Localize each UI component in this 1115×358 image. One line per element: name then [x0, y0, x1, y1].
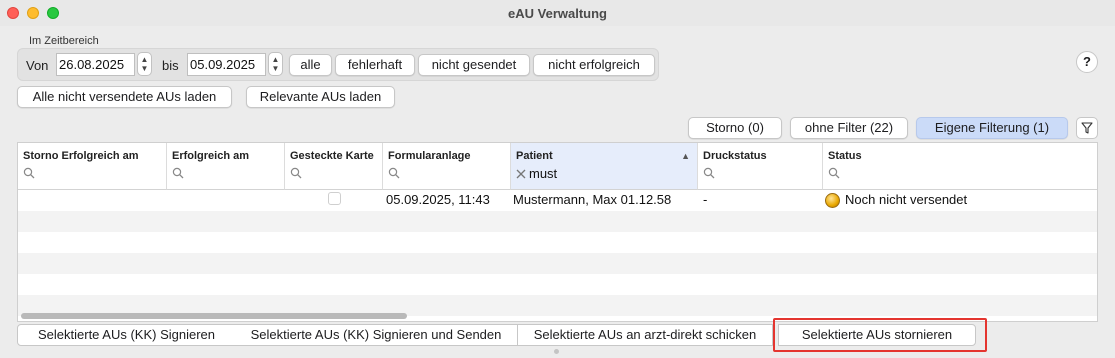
column-header-storno[interactable]: Storno Erfolgreich am: [18, 143, 167, 190]
empty-row: [18, 211, 1097, 232]
patient-filter-input[interactable]: must: [529, 166, 557, 181]
sign-button[interactable]: Selektierte AUs (KK) Signieren: [17, 324, 236, 346]
chevron-down-icon: ▼: [271, 64, 280, 73]
cell-status: Noch nicht versendet: [845, 192, 968, 207]
search-icon: [703, 167, 715, 179]
chevron-down-icon: ▼: [140, 64, 149, 73]
sort-ascending-icon[interactable]: ▲: [681, 151, 690, 161]
resize-handle[interactable]: [554, 349, 559, 354]
search-icon: [172, 167, 184, 179]
empty-row: [18, 253, 1097, 274]
funnel-icon: [1081, 122, 1093, 134]
title-bar: eAU Verwaltung: [0, 0, 1115, 26]
column-header-erfolgreich[interactable]: Erfolgreich am: [167, 143, 285, 190]
empty-row: [18, 232, 1097, 253]
chevron-up-icon: ▲: [271, 55, 280, 64]
clear-filter-icon[interactable]: [516, 169, 526, 179]
sign-and-send-button[interactable]: Selektierte AUs (KK) Signieren und Sende…: [235, 324, 518, 346]
to-label: bis: [162, 58, 179, 73]
filter-own-button[interactable]: Eigene Filterung (1): [916, 117, 1068, 139]
table-row[interactable]: 05.09.2025, 11:43 Mustermann, Max 01.12.…: [18, 190, 1097, 211]
filter-storno-button[interactable]: Storno (0): [688, 117, 782, 139]
window-title: eAU Verwaltung: [508, 6, 607, 21]
to-date-stepper[interactable]: ▲ ▼: [268, 52, 283, 76]
column-title: Formularanlage: [388, 150, 471, 162]
send-arzt-direkt-button[interactable]: Selektierte AUs an arzt-direkt schicken: [517, 324, 773, 346]
status-pending-icon: [825, 193, 840, 208]
search-icon: [828, 167, 840, 179]
cell-formularanlage: 05.09.2025, 11:43: [386, 192, 490, 207]
storno-highlight-frame: [773, 318, 987, 352]
chevron-up-icon: ▲: [140, 55, 149, 64]
eau-table[interactable]: Storno Erfolgreich am Erfolgreich am Ges…: [17, 142, 1098, 322]
search-icon: [290, 167, 302, 179]
from-date-stepper[interactable]: ▲ ▼: [137, 52, 152, 76]
quick-filter-fehlerhaft-button[interactable]: fehlerhaft: [335, 54, 415, 76]
search-icon: [23, 167, 35, 179]
filter-none-button[interactable]: ohne Filter (22): [790, 117, 908, 139]
load-relevant-button[interactable]: Relevante AUs laden: [246, 86, 395, 108]
column-title: Erfolgreich am: [172, 150, 250, 162]
from-date-field[interactable]: 26.08.2025: [56, 53, 135, 76]
column-title: Druckstatus: [703, 150, 767, 162]
search-icon: [388, 167, 400, 179]
column-title: Storno Erfolgreich am: [23, 150, 139, 162]
empty-row: [18, 274, 1097, 295]
timerange-group-label: Im Zeitbereich: [29, 35, 99, 47]
gesteckte-karte-checkbox[interactable]: [328, 192, 341, 205]
horizontal-scrollbar[interactable]: [21, 313, 407, 319]
load-all-unsent-button[interactable]: Alle nicht versendete AUs laden: [17, 86, 232, 108]
column-header-formularanlage[interactable]: Formularanlage: [383, 143, 511, 190]
to-date-field[interactable]: 05.09.2025: [187, 53, 266, 76]
column-header-status[interactable]: Status: [823, 143, 1097, 190]
column-header-patient[interactable]: Patient ▲ must: [511, 143, 698, 190]
quick-filter-nicht-gesendet-button[interactable]: nicht gesendet: [418, 54, 530, 76]
column-title: Gesteckte Karte: [290, 150, 374, 162]
timerange-group: Von 26.08.2025 ▲ ▼ bis 05.09.2025 ▲ ▼ al…: [17, 48, 659, 81]
column-header-druckstatus[interactable]: Druckstatus: [698, 143, 823, 190]
column-title: Patient: [516, 150, 553, 162]
filter-options-button[interactable]: [1076, 117, 1098, 139]
help-button[interactable]: ?: [1076, 51, 1098, 73]
column-header-karte[interactable]: Gesteckte Karte: [285, 143, 383, 190]
column-title: Status: [828, 150, 862, 162]
cell-patient: Mustermann, Max 01.12.58: [513, 192, 672, 207]
from-label: Von: [26, 58, 49, 73]
quick-filter-alle-button[interactable]: alle: [289, 54, 332, 76]
cell-druckstatus: -: [703, 192, 708, 207]
quick-filter-nicht-erfolgreich-button[interactable]: nicht erfolgreich: [533, 54, 655, 76]
